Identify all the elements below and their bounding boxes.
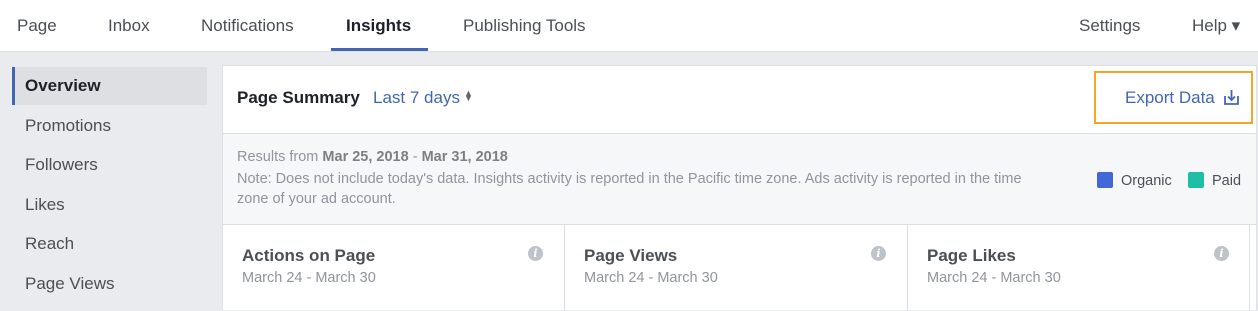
tab-settings[interactable]: Settings — [1079, 0, 1140, 52]
sidebar-item-overview[interactable]: Overview — [12, 67, 207, 105]
export-data-label: Export Data — [1125, 88, 1215, 107]
results-note: Note: Does not include today's data. Ins… — [237, 171, 1022, 207]
sidebar-item-reach[interactable]: Reach — [12, 225, 207, 263]
page-summary-panel: Page Summary Last 7 days ▲ ▼ Export Data R… — [222, 65, 1257, 311]
active-tab-indicator — [331, 48, 428, 51]
sidebar-item-promotions[interactable]: Promotions — [12, 107, 207, 145]
tab-help[interactable]: Help ▾ — [1192, 0, 1240, 52]
results-info: Results from Mar 25, 2018 - Mar 31, 2018… — [223, 134, 1256, 225]
results-date-range: Results from Mar 25, 2018 - Mar 31, 2018 — [237, 149, 508, 165]
sidebar-item-page-views[interactable]: Page Views — [12, 265, 207, 303]
summary-header: Page Summary Last 7 days ▲ ▼ Export Data — [223, 66, 1256, 134]
results-start-date: Mar 25, 2018 — [322, 149, 409, 165]
sort-arrows-icon: ▲ ▼ — [463, 88, 473, 103]
insights-sidebar: Overview Promotions Followers Likes Reac… — [0, 52, 215, 310]
tab-page[interactable]: Page — [17, 0, 57, 52]
card-page-views: Page Views March 24 - March 30 i — [565, 225, 908, 311]
organic-swatch — [1097, 172, 1113, 188]
legend-paid: Paid — [1188, 172, 1241, 189]
tab-inbox[interactable]: Inbox — [108, 0, 150, 52]
page-summary-title: Page Summary — [237, 88, 360, 107]
results-prefix: Results from — [237, 149, 323, 165]
date-range-label: Last 7 days — [373, 88, 460, 107]
card-title: Page Views — [584, 246, 678, 265]
card-title: Page Likes — [927, 246, 1016, 265]
metric-cards: Actions on Page March 24 - March 30 i Pa… — [223, 225, 1256, 311]
results-separator: - — [408, 149, 422, 165]
card-date: March 24 - March 30 — [242, 270, 376, 286]
sidebar-item-likes[interactable]: Likes — [12, 186, 207, 224]
download-icon — [1223, 89, 1240, 106]
card-date: March 24 - March 30 — [584, 270, 718, 286]
card-date: March 24 - March 30 — [927, 270, 1061, 286]
paid-label: Paid — [1212, 173, 1242, 189]
paid-swatch — [1188, 172, 1204, 188]
sidebar-item-followers[interactable]: Followers — [12, 146, 207, 184]
top-navigation: Page Inbox Notifications Insights Publis… — [0, 0, 1258, 52]
card-title: Actions on Page — [242, 246, 376, 265]
info-icon[interactable]: i — [871, 246, 886, 261]
results-end-date: Mar 31, 2018 — [421, 149, 508, 165]
tab-notifications[interactable]: Notifications — [201, 0, 294, 52]
card-page-likes: Page Likes March 24 - March 30 i — [908, 225, 1250, 311]
info-icon[interactable]: i — [528, 246, 543, 261]
organic-label: Organic — [1121, 173, 1172, 189]
card-actions-on-page: Actions on Page March 24 - March 30 i — [223, 225, 565, 311]
tab-publishing-tools[interactable]: Publishing Tools — [463, 0, 586, 52]
info-icon[interactable]: i — [1214, 246, 1229, 261]
date-range-selector[interactable]: Last 7 days ▲ ▼ — [373, 88, 473, 108]
legend-organic: Organic — [1097, 172, 1172, 189]
export-data-button[interactable]: Export Data — [1094, 71, 1253, 124]
tab-insights[interactable]: Insights — [346, 0, 411, 52]
